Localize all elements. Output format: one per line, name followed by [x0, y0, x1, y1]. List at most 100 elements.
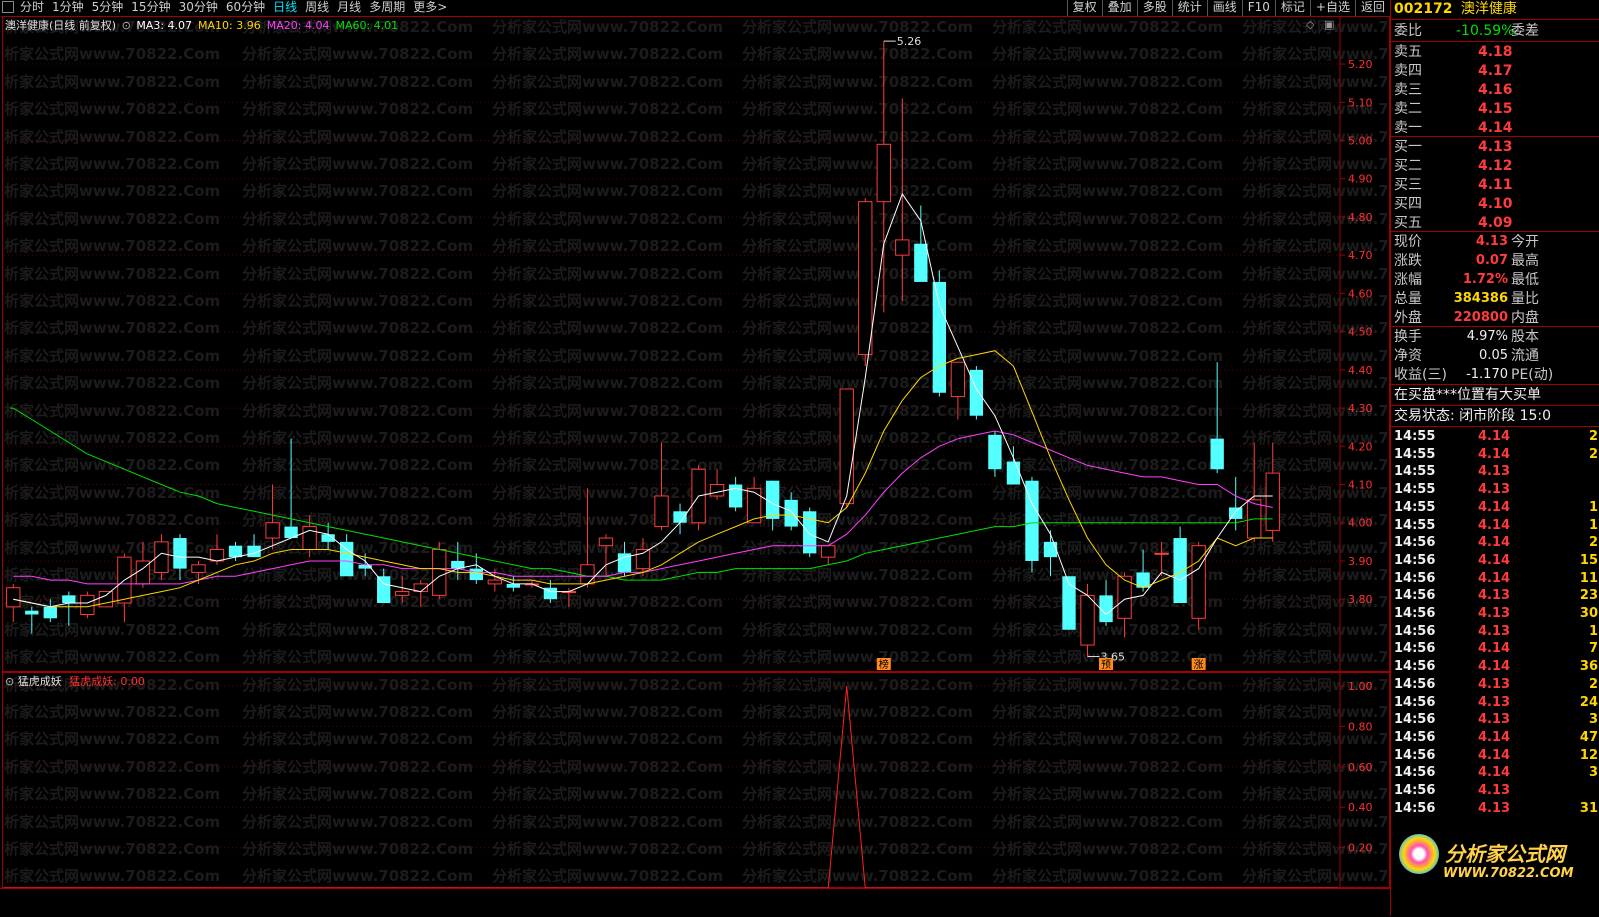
ask-price: 4.17 — [1478, 63, 1513, 79]
candle-body — [1265, 472, 1280, 531]
tick-time: 14:56 — [1394, 783, 1436, 798]
tick-price: 4.14 — [1478, 446, 1511, 462]
candle-body — [1191, 545, 1206, 619]
ask-row: 卖四 4.17 — [1394, 62, 1594, 80]
news-line[interactable]: 在买盘***位置有大买单 — [1394, 386, 1598, 404]
tick-time: 14:55 — [1394, 499, 1436, 515]
tick-volume: 1 — [1588, 499, 1598, 515]
stock-header: 002172 澳洋健康 — [1394, 0, 1517, 18]
tick-price: 4.13 — [1478, 712, 1511, 728]
ask-price: 4.16 — [1478, 82, 1513, 98]
tick-row: 14:56 4.14 12 — [1394, 747, 1598, 764]
tick-row: 14:56 4.13 23 — [1394, 587, 1598, 604]
bid-row: 买四 4.10 — [1394, 195, 1594, 213]
stat2-right-label: 股本 — [1511, 329, 1539, 345]
divider — [1391, 326, 1599, 327]
y-tick-label: 4.90 — [1348, 173, 1373, 186]
tick-volume: 30 — [1579, 606, 1598, 621]
candle-body — [932, 281, 947, 393]
event-marker: 涨 — [1194, 659, 1204, 671]
tick-time: 14:55 — [1394, 517, 1436, 533]
tick-volume: 1 — [1588, 517, 1598, 533]
ask-row: 卖五 4.18 — [1394, 43, 1594, 61]
tick-row: 14:56 4.14 7 — [1394, 640, 1598, 657]
stat2-label: 净资 — [1394, 348, 1422, 364]
indicator-y-tick: 0.80 — [1348, 720, 1373, 733]
candle-body — [43, 606, 57, 619]
tick-price: 4.14 — [1478, 765, 1511, 781]
tick-price: 4.13 — [1478, 623, 1511, 639]
tick-time: 14:56 — [1394, 588, 1436, 604]
stat2-right-label: 流通 — [1511, 348, 1539, 364]
candle-body — [969, 369, 984, 416]
y-tick-label: 5.20 — [1348, 58, 1373, 71]
ask-label: 卖一 — [1394, 120, 1422, 136]
candle-body — [377, 576, 391, 604]
tick-time: 14:55 — [1394, 446, 1436, 462]
divider — [1391, 41, 1599, 42]
y-tick-label: 3.90 — [1348, 555, 1373, 568]
tick-row: 14:56 4.14 11 — [1394, 570, 1598, 587]
trade-status: 交易状态: 闭市阶段 15:0 — [1394, 408, 1552, 424]
tick-row: 14:55 4.14 2 — [1394, 446, 1598, 463]
candle-body — [6, 587, 21, 608]
stat-value: 220800 — [1453, 310, 1508, 325]
candle-body — [635, 549, 651, 570]
stat2-value: 4.97% — [1466, 329, 1508, 344]
divider — [1391, 19, 1599, 20]
tick-row: 14:55 4.13 — [1394, 463, 1598, 480]
stock-code: 002172 — [1394, 1, 1453, 17]
bid-row: 买三 4.11 — [1394, 176, 1594, 194]
tick-row: 14:56 4.13 30 — [1394, 605, 1598, 622]
candle-body — [265, 522, 280, 539]
stat2-label: 换手 — [1394, 329, 1422, 345]
bid-price: 4.12 — [1478, 158, 1513, 174]
y-tick-label: 4.30 — [1348, 402, 1373, 415]
y-tick-label: 4.20 — [1348, 440, 1373, 453]
tick-volume: 23 — [1579, 588, 1598, 604]
tick-volume: 12 — [1579, 747, 1598, 763]
bid-label: 买二 — [1394, 158, 1422, 174]
tick-price: 4.13 — [1478, 694, 1511, 710]
tick-price: 4.14 — [1478, 659, 1511, 675]
y-tick-label: 4.40 — [1348, 364, 1373, 377]
ask-price: 4.15 — [1478, 101, 1513, 117]
tick-time: 14:56 — [1394, 535, 1436, 551]
candle-body — [598, 537, 614, 547]
divider — [1391, 384, 1599, 385]
tick-price: 4.14 — [1478, 517, 1511, 533]
tick-price: 4.13 — [1478, 606, 1511, 621]
flower-logo-icon — [1399, 834, 1439, 874]
stat2-row: 换手 4.97% 股本 — [1394, 328, 1598, 346]
ask-label: 卖五 — [1394, 44, 1422, 60]
stat-label: 涨跌 — [1394, 253, 1422, 269]
candle-body — [173, 538, 187, 569]
tick-row: 14:56 4.14 15 — [1394, 552, 1598, 569]
y-tick-label: 4.80 — [1348, 211, 1373, 224]
tick-price: 4.14 — [1478, 747, 1511, 763]
stat-value: 1.72% — [1462, 272, 1508, 287]
tick-volume: 3 — [1588, 765, 1598, 781]
tick-time: 14:56 — [1394, 747, 1436, 763]
indicator-chart: 1.00 0.80 0.60 0.40 0.20 — [4, 672, 1373, 888]
stat-label: 现价 — [1394, 234, 1422, 250]
tick-price: 4.13 — [1478, 783, 1511, 798]
candle-body — [839, 388, 854, 505]
bid-price: 4.10 — [1478, 196, 1513, 212]
tick-time: 14:56 — [1394, 800, 1436, 816]
tick-time: 14:55 — [1394, 482, 1436, 498]
high-price-label: 5.26 — [897, 35, 922, 48]
candle-body — [821, 545, 836, 558]
quote-panel: 002172 澳洋健康 委比 -10.59% 委差 卖五 4.18 卖四 4.17 卖三… — [1390, 0, 1599, 916]
divider — [1391, 426, 1599, 427]
tick-volume: 47 — [1579, 729, 1598, 745]
candlestick-chart: 5.20 5.10 5.00 4.90 4.80 4.70 4.60 4.50 4.40 4.30… — [4, 17, 1373, 671]
y-tick-label: 4.70 — [1348, 249, 1373, 262]
stat-right-label: 今开 — [1511, 234, 1539, 250]
tick-time: 14:55 — [1394, 464, 1436, 480]
tick-time: 14:56 — [1394, 729, 1436, 745]
candle-body — [988, 434, 1002, 470]
tick-volume: 2 — [1588, 676, 1598, 692]
bid-label: 买一 — [1394, 139, 1422, 155]
tick-price: 4.13 — [1478, 588, 1511, 604]
